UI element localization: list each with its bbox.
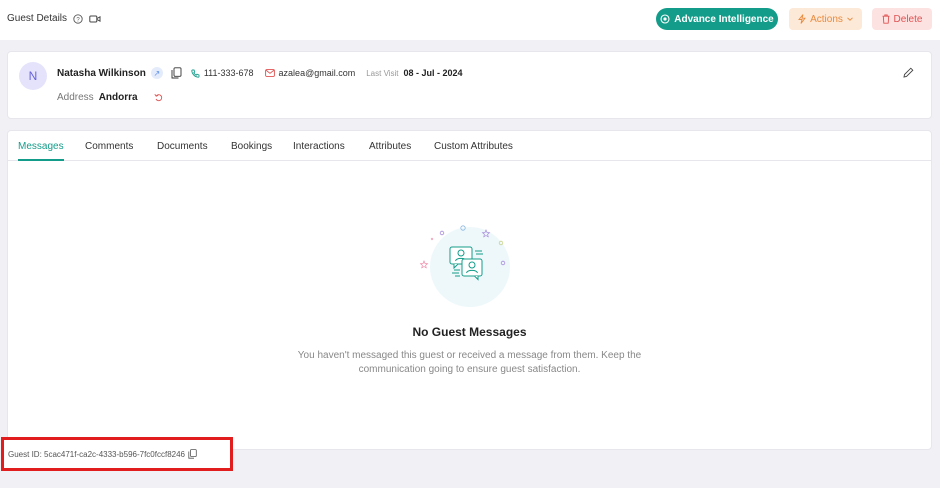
phone-icon xyxy=(191,69,200,78)
top-bar: Guest Details ? Advance Intelligence Act… xyxy=(0,0,940,40)
empty-state: No Guest Messages You haven't messaged t… xyxy=(8,221,931,377)
tab-documents[interactable]: Documents xyxy=(157,141,208,161)
empty-state-line-2: communication going to ensure guest sati… xyxy=(358,364,581,375)
tab-bookings[interactable]: Bookings xyxy=(231,141,272,161)
external-link-icon[interactable]: ↗ xyxy=(150,67,163,79)
tab-comments[interactable]: Comments xyxy=(85,141,133,161)
help-icon[interactable]: ? xyxy=(73,13,83,24)
tab-custom-attributes[interactable]: Custom Attributes xyxy=(434,141,513,161)
empty-state-description: You haven't messaged this guest or recei… xyxy=(8,349,931,377)
mail-icon xyxy=(264,69,275,77)
actions-label: Actions xyxy=(810,13,843,25)
actions-dropdown-button[interactable]: Actions xyxy=(789,8,862,30)
undo-icon[interactable] xyxy=(154,93,163,102)
guest-name: Natasha Wilkinson xyxy=(57,67,146,79)
guest-details-panel: Messages Comments Documents Bookings Int… xyxy=(7,130,932,450)
chat-messages-icon xyxy=(419,221,520,311)
trash-icon xyxy=(882,14,890,24)
address-row: Address Andorra xyxy=(57,92,163,103)
edit-icon[interactable] xyxy=(903,67,914,78)
guest-profile-card: N Natasha Wilkinson ↗ 111-333-678 azalea… xyxy=(7,51,932,119)
avatar: N xyxy=(19,62,47,90)
guest-phone[interactable]: 111-333-678 xyxy=(204,68,254,78)
empty-state-line-1: You haven't messaged this guest or recei… xyxy=(297,350,642,361)
tab-interactions[interactable]: Interactions xyxy=(293,141,345,161)
tab-attributes[interactable]: Attributes xyxy=(369,141,411,161)
lightning-icon xyxy=(798,14,806,24)
copy-id-icon[interactable] xyxy=(188,449,197,459)
last-visit-value: 08 - Jul - 2024 xyxy=(403,68,463,78)
delete-label: Delete xyxy=(893,13,923,25)
last-visit-label: Last Visit xyxy=(366,68,399,78)
guest-email[interactable]: azalea@gmail.com xyxy=(279,68,356,78)
advance-intelligence-button[interactable]: Advance Intelligence xyxy=(656,8,778,30)
delete-button[interactable]: Delete xyxy=(872,8,932,30)
page-title: Guest Details xyxy=(7,13,68,24)
chevron-down-icon xyxy=(847,17,853,21)
guest-id-text: Guest ID: 5cac471f-ca2c-4333-b596-7fc0fc… xyxy=(8,449,185,459)
address-value: Andorra xyxy=(98,92,138,103)
video-icon[interactable] xyxy=(89,14,101,24)
guest-info-row: Natasha Wilkinson ↗ 111-333-678 azalea@g… xyxy=(57,67,463,79)
address-label: Address xyxy=(57,92,94,103)
page-header: Guest Details ? xyxy=(7,13,101,24)
tab-messages[interactable]: Messages xyxy=(18,141,64,161)
guest-id-bar: Guest ID: 5cac471f-ca2c-4333-b596-7fc0fc… xyxy=(1,437,233,471)
eye-icon xyxy=(660,14,670,24)
copy-icon[interactable] xyxy=(171,67,182,79)
advance-intelligence-label: Advance Intelligence xyxy=(674,13,774,25)
empty-state-title: No Guest Messages xyxy=(412,325,527,339)
tab-bar: Messages Comments Documents Bookings Int… xyxy=(8,131,931,161)
